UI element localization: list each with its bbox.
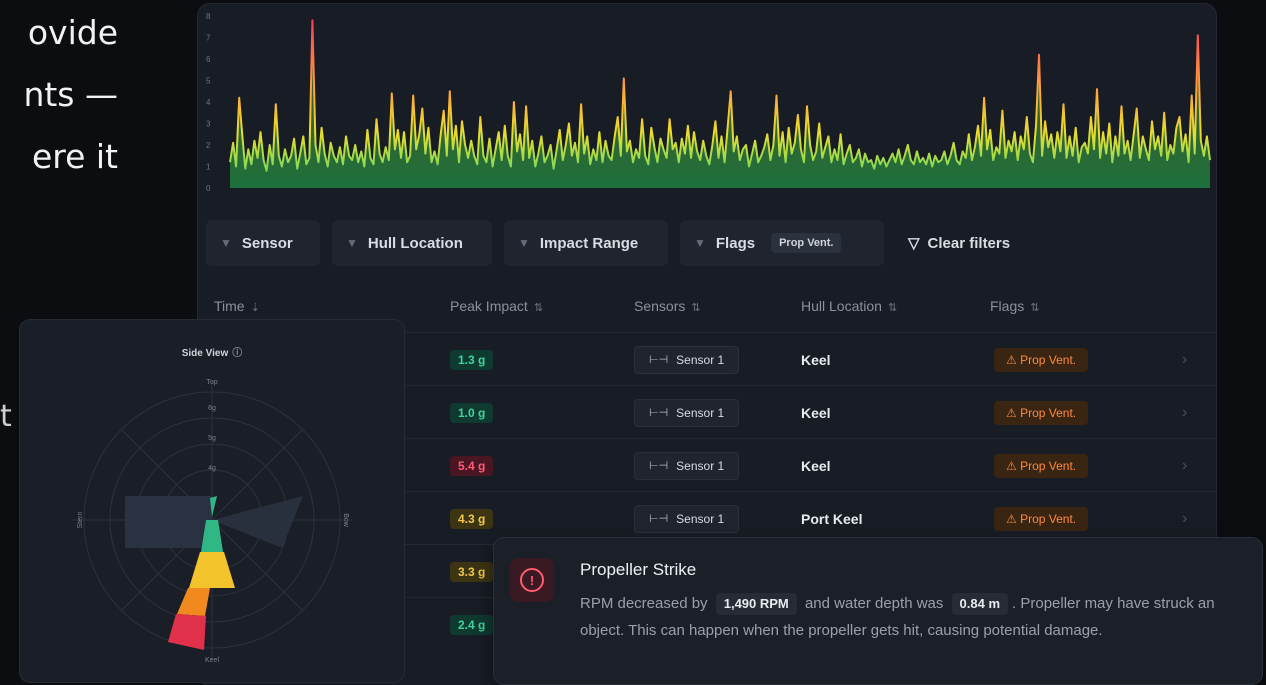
sensor-icon: ⊢⊣: [649, 460, 669, 472]
filter-icon: ▼: [346, 236, 358, 250]
column-hull-location[interactable]: Hull Location ⇅: [801, 298, 897, 314]
alert-icon-container: !: [510, 558, 554, 602]
sort-icon: ⇅: [691, 302, 701, 314]
y-tick-label: 4: [206, 98, 211, 107]
background-text-line: ovide: [27, 13, 118, 52]
sensor-tag: ⊢⊣ Sensor 1: [634, 451, 740, 480]
y-tick-label: 7: [206, 34, 211, 43]
clear-filters-button[interactable]: ▽ Clear filters: [896, 220, 1022, 266]
impact-range-filter-button[interactable]: ▼ Impact Range: [504, 220, 668, 266]
label-left: Stern: [77, 512, 84, 529]
label-right: Bow: [342, 513, 349, 528]
impact-range-filter-label: Impact Range: [539, 234, 639, 252]
impact-bar-yellow: [189, 552, 235, 588]
side-view-diagram: Top 6g 5g 4g Keel Stern Bow: [72, 379, 352, 664]
chevron-right-icon: ›: [1182, 350, 1188, 368]
background-text-line: nts —: [23, 75, 118, 114]
column-peak-impact[interactable]: Peak Impact ⇅: [450, 298, 543, 314]
hull-location-text: Keel: [801, 351, 831, 368]
chevron-right-icon: ›: [1182, 403, 1188, 421]
sensor-icon: ⊢⊣: [649, 407, 669, 419]
filter-icon: ▼: [220, 236, 232, 250]
peak-impact-badge: 1.3 g: [450, 349, 494, 370]
flags-filter-label: Flags: [715, 234, 756, 252]
flag-badge: ⚠ Prop Vent.: [994, 400, 1089, 425]
column-sensors[interactable]: Sensors ⇅: [634, 298, 701, 314]
sensor-filter-label: Sensor: [241, 234, 293, 252]
clear-filters-label: Clear filters: [927, 234, 1011, 252]
impact-chart: 8 7 6 5 4 3 2 1 0: [198, 4, 1216, 196]
label-bottom: Keel: [205, 657, 219, 664]
y-tick-label: 6: [206, 55, 211, 64]
peak-impact-badge: 4.3 g: [450, 508, 494, 529]
sort-icon: ⇅: [887, 302, 898, 314]
hull-location-filter-button[interactable]: ▼ Hull Location: [332, 220, 492, 266]
hull-location-filter-label: Hull Location: [367, 234, 463, 252]
flag-badge: ⚠ Prop Vent.: [994, 347, 1089, 372]
filter-icon: ▼: [694, 236, 706, 250]
sensor-tag: ⊢⊣ Sensor 1: [634, 398, 740, 427]
peak-impact-badge: 1.0 g: [450, 402, 494, 423]
impact-bar-orange: [177, 588, 210, 616]
filter-off-icon: ▽: [908, 235, 920, 252]
impact-sector-band: [125, 496, 212, 548]
sort-icon: ⇣: [250, 302, 260, 314]
sensor-icon: ⊢⊣: [649, 513, 669, 525]
flags-filter-value: Prop Vent.: [771, 233, 842, 253]
impact-chart-svg: 8 7 6 5 4 3 2 1 0: [206, 12, 1211, 193]
ring-label: 4g: [208, 465, 216, 472]
sensor-icon: ⊢⊣: [649, 354, 669, 366]
background-text-line: ere it: [31, 137, 118, 176]
flags-filter-button[interactable]: ▼ Flags Prop Vent.: [680, 220, 884, 266]
hull-location-text: Keel: [801, 457, 831, 474]
propeller-strike-alert[interactable]: ! Propeller Strike RPM decreased by 1,49…: [494, 538, 1262, 684]
peak-impact-badge: 3.3 g: [450, 561, 494, 582]
y-tick-label: 5: [206, 77, 211, 86]
filter-icon: ▼: [518, 236, 530, 250]
y-tick-label: 1: [206, 163, 211, 172]
alert-icon: !: [520, 568, 544, 592]
sort-icon: ⇅: [533, 302, 544, 314]
depth-value: 0.84 m: [951, 593, 1009, 615]
side-view-panel: Side View ⓘ Top 6g 5g 4g Keel Stern Bow: [20, 320, 404, 682]
peak-impact-badge: 2.4 g: [450, 614, 494, 635]
alert-title: Propeller Strike: [580, 560, 697, 579]
sensor-filter-button[interactable]: ▼ Sensor: [206, 220, 320, 266]
sensor-tag: ⊢⊣ Sensor 1: [634, 345, 740, 374]
ring-label: 6g: [208, 405, 216, 412]
filter-bar: ▼ Sensor ▼ Hull Location ▼ Impact Range …: [206, 220, 1022, 266]
column-flags[interactable]: Flags ⇅: [990, 298, 1039, 314]
sort-icon: ⇅: [1030, 302, 1040, 314]
sensor-tag: ⊢⊣ Sensor 1: [634, 504, 740, 533]
flag-badge: ⚠ Prop Vent.: [994, 453, 1089, 478]
column-time[interactable]: Time ⇣: [214, 298, 260, 314]
ring-label: 5g: [208, 435, 216, 442]
hull-location-text: Keel: [801, 404, 831, 421]
impact-bar-red: [168, 614, 206, 650]
hull-location-text: Port Keel: [801, 510, 863, 527]
y-tick-label: 0: [206, 184, 211, 193]
chevron-right-icon: ›: [1182, 509, 1188, 527]
background-text-line: t: [0, 399, 12, 434]
y-tick-label: 8: [206, 12, 211, 21]
label-top: Top: [206, 379, 217, 386]
peak-impact-badge: 5.4 g: [450, 455, 494, 476]
y-tick-label: 3: [206, 120, 211, 129]
y-tick-label: 2: [206, 141, 211, 150]
alert-message: RPM decreased by 1,490 RPM and water dep…: [580, 593, 1215, 639]
background-text: ovide nts — ere it t: [0, 0, 118, 434]
rpm-value: 1,490 RPM: [715, 593, 797, 615]
flag-badge: ⚠ Prop Vent.: [994, 506, 1089, 531]
chevron-right-icon: ›: [1182, 456, 1188, 474]
